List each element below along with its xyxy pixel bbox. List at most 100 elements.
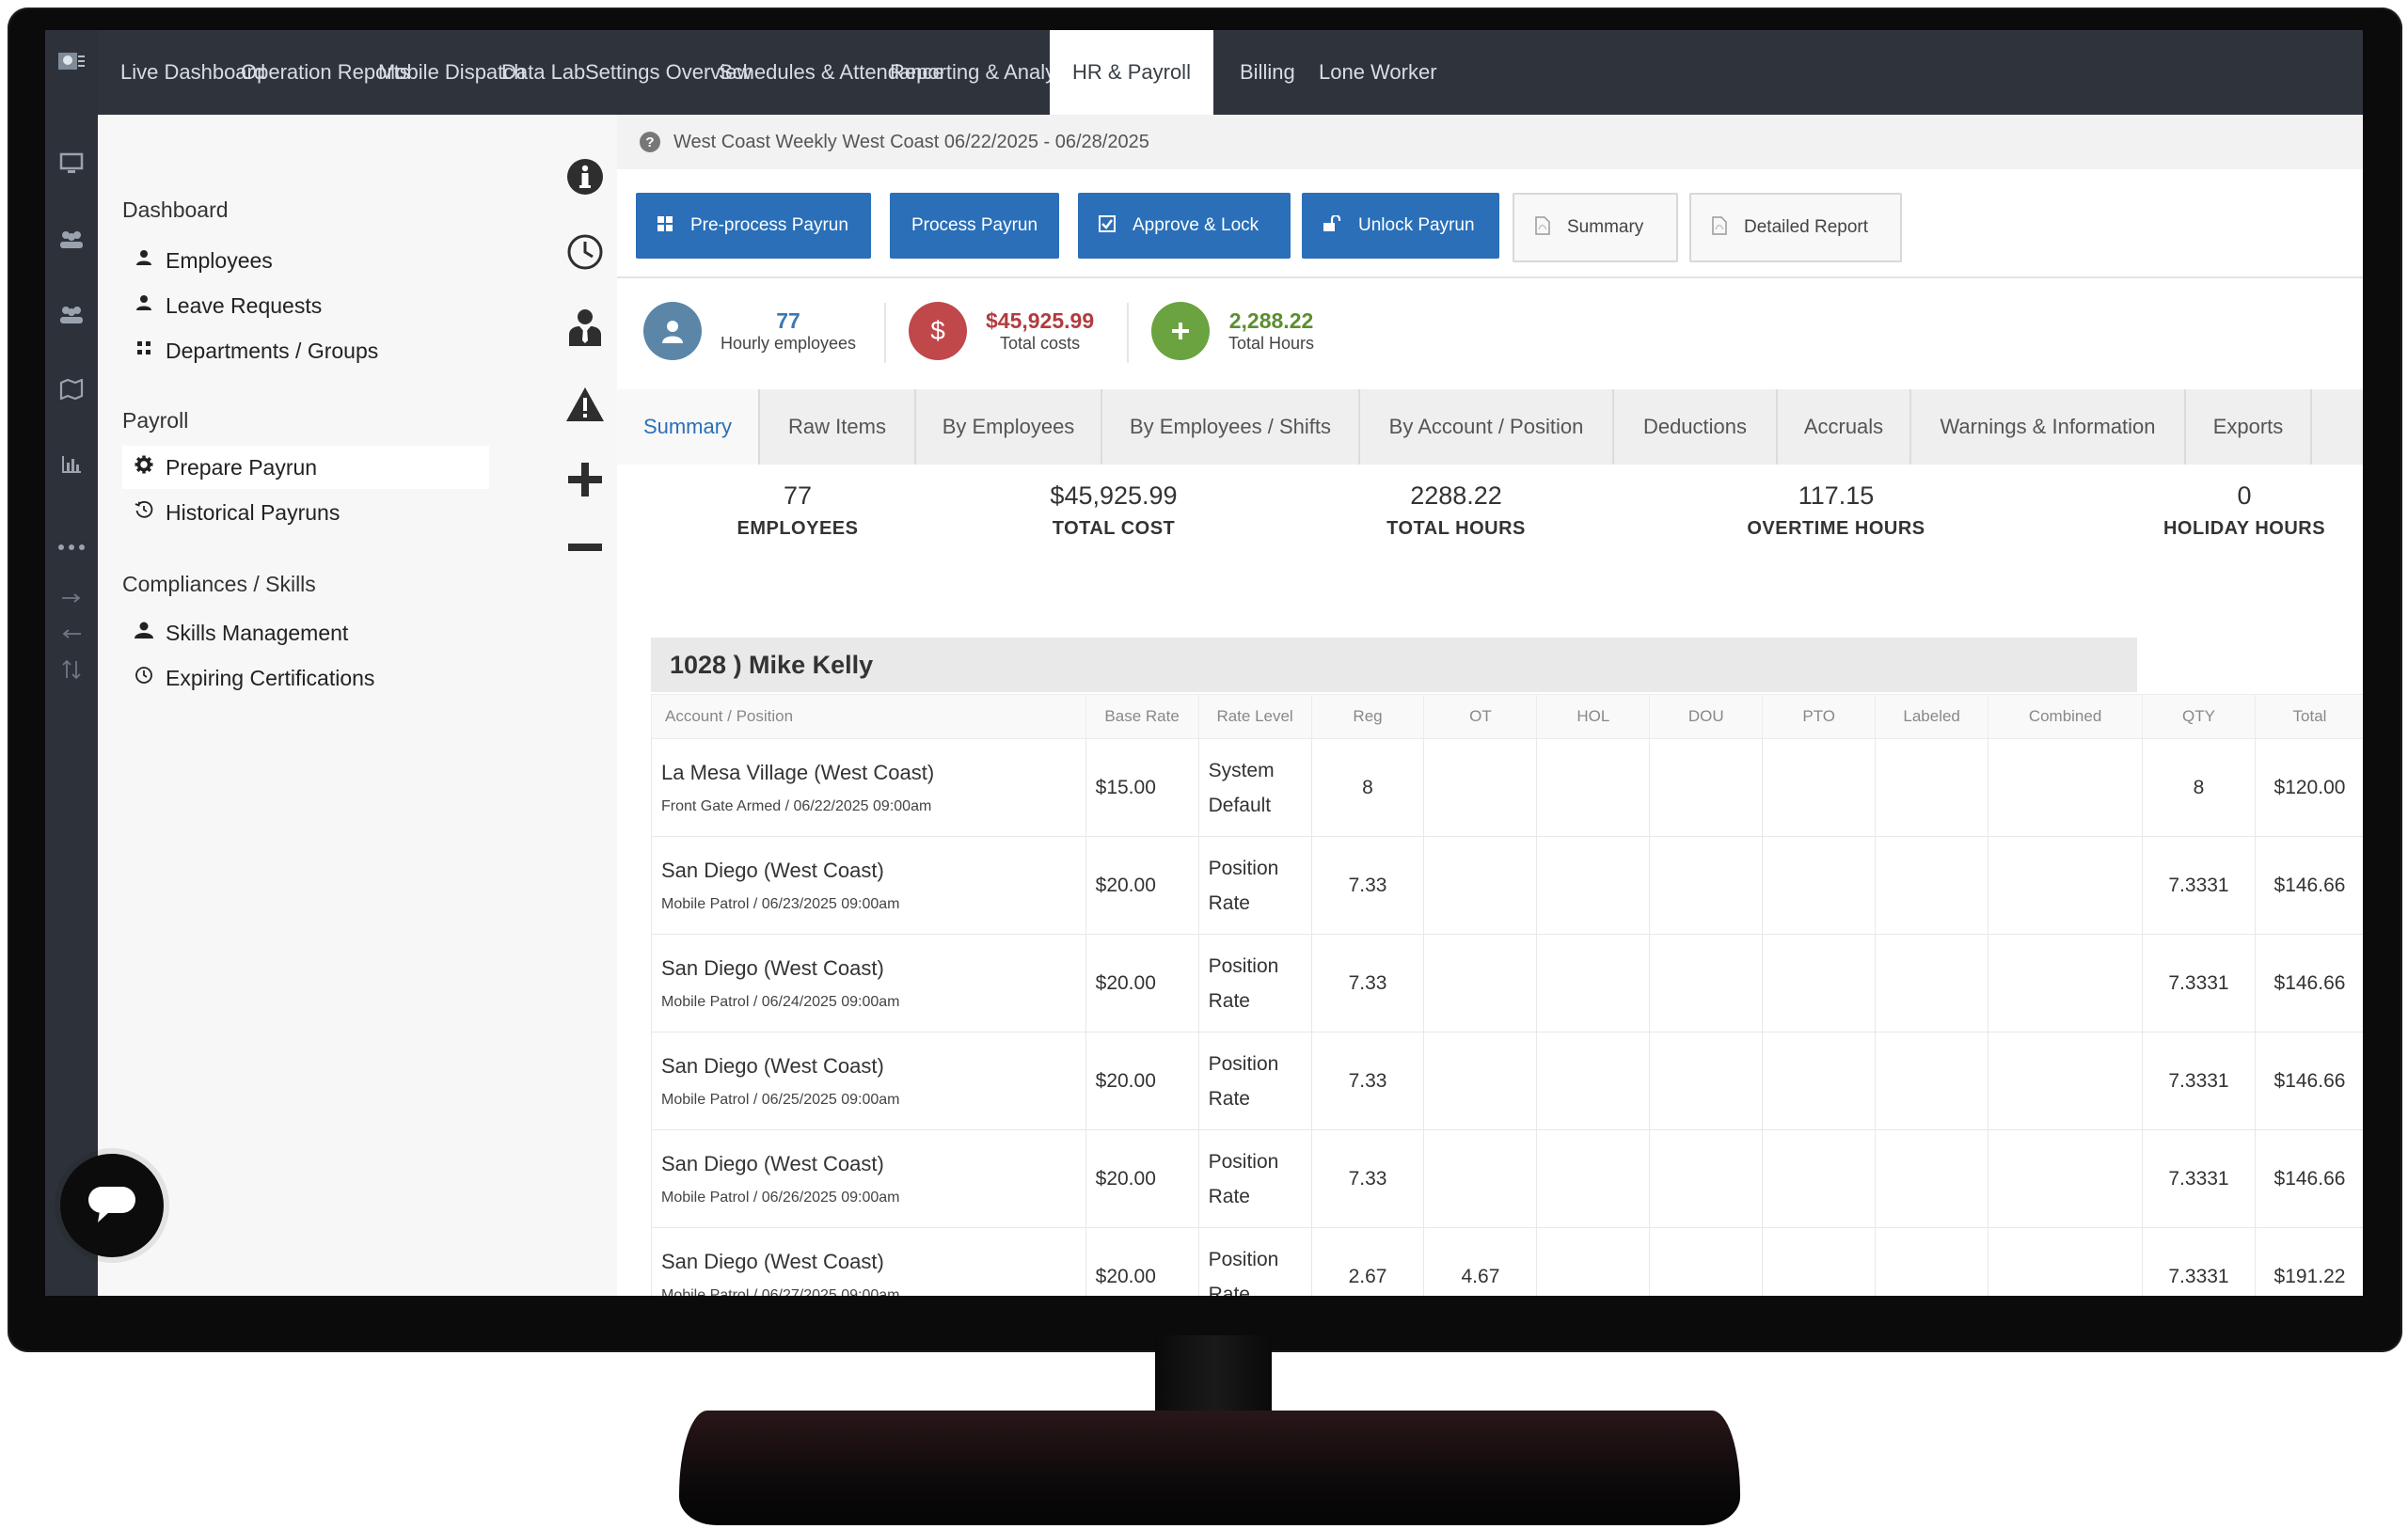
reg-cell: 7.33 xyxy=(1310,1032,1425,1130)
column-header: DOU xyxy=(1649,694,1764,739)
tab-by-employees-shifts[interactable]: By Employees / Shifts xyxy=(1102,389,1360,465)
employee-icon[interactable] xyxy=(564,307,606,348)
labeled-cell xyxy=(1875,738,1989,837)
arrow-right-icon[interactable] xyxy=(55,581,88,615)
combined-cell xyxy=(1988,1032,2144,1130)
stat-hourly-employees: 77 Hourly employees xyxy=(643,293,856,369)
reg-cell: 7.33 xyxy=(1310,934,1425,1032)
action-icon-column xyxy=(553,115,617,1296)
sidebar-item-leave-requests[interactable]: Leave Requests xyxy=(122,284,489,327)
labeled-cell xyxy=(1875,1032,1989,1130)
ot-cell xyxy=(1423,738,1538,837)
warning-icon[interactable] xyxy=(564,384,606,425)
table-row[interactable]: San Diego (West Coast) Mobile Patrol / 06… xyxy=(651,1227,2363,1296)
rate-level-cell: Position Rate xyxy=(1197,1227,1312,1296)
dou-cell xyxy=(1649,1227,1764,1296)
nav-tab-billing[interactable]: Billing xyxy=(1234,30,1301,115)
hol-cell xyxy=(1536,738,1651,837)
sidebar-item-departments-groups[interactable]: Departments / Groups xyxy=(122,329,489,372)
tab-deductions[interactable]: Deductions xyxy=(1614,389,1778,465)
bar-chart-icon[interactable] xyxy=(55,448,88,481)
unlock-payrun-button[interactable]: Unlock Payrun xyxy=(1302,193,1499,259)
info-icon[interactable] xyxy=(564,156,606,197)
table-row[interactable]: San Diego (West Coast) Mobile Patrol / 06… xyxy=(651,1129,2363,1228)
column-header: PTO xyxy=(1762,694,1877,739)
more-icon[interactable] xyxy=(55,530,88,564)
tab-by-account-position[interactable]: By Account / Position xyxy=(1360,389,1614,465)
total-cell: $191.22 xyxy=(2254,1227,2363,1296)
ot-cell xyxy=(1423,1129,1538,1228)
preprocess-payrun-button[interactable]: Pre-process Payrun xyxy=(636,193,871,259)
monitor-icon[interactable] xyxy=(55,147,88,181)
detailed-report-button[interactable]: Detailed Report xyxy=(1689,193,1902,262)
sidebar-item-prepare-payrun[interactable]: Prepare Payrun xyxy=(122,446,489,489)
tab-exports[interactable]: Exports xyxy=(2186,389,2312,465)
account-cell: San Diego (West Coast) Mobile Patrol / 06… xyxy=(651,1032,1086,1130)
column-header: Account / Position xyxy=(651,694,1086,739)
arrow-left-icon[interactable] xyxy=(55,617,88,651)
summary-holiday-hours: 0 HOLIDAY HOURS xyxy=(2162,481,2326,539)
table-row[interactable]: San Diego (West Coast) Mobile Patrol / 06… xyxy=(651,836,2363,935)
sidebar-item-historical-payruns[interactable]: Historical Payruns xyxy=(122,491,489,534)
tab-summary[interactable]: Summary xyxy=(617,389,760,465)
plus-icon[interactable] xyxy=(564,459,606,500)
pto-cell xyxy=(1762,738,1877,837)
unlock-icon xyxy=(1323,213,1341,237)
process-payrun-button[interactable]: Process Payrun xyxy=(890,193,1059,259)
table-row[interactable]: La Mesa Village (West Coast) Front Gate A… xyxy=(651,738,2363,837)
tab-warnings-information[interactable]: Warnings & Information xyxy=(1911,389,2186,465)
plus-icon xyxy=(1151,302,1210,360)
rate-level-cell: Position Rate xyxy=(1197,1129,1312,1228)
reg-cell: 7.33 xyxy=(1310,1129,1425,1228)
summary-report-button[interactable]: Summary xyxy=(1513,193,1678,262)
combined-cell xyxy=(1988,836,2144,935)
base-rate-cell: $20.00 xyxy=(1085,836,1199,935)
tab-accruals[interactable]: Accruals xyxy=(1778,389,1911,465)
minus-icon[interactable] xyxy=(564,527,606,568)
user-icon xyxy=(122,622,166,644)
column-header: HOL xyxy=(1536,694,1651,739)
sidebar-item-expiring-certifications[interactable]: Expiring Certifications xyxy=(122,656,489,700)
qty-cell: 7.3331 xyxy=(2142,836,2256,935)
team-icon[interactable] xyxy=(55,222,88,256)
group-icon[interactable] xyxy=(55,297,88,331)
user-icon xyxy=(643,302,702,360)
sidebar-item-label: Prepare Payrun xyxy=(166,454,318,480)
column-header: Total xyxy=(2254,694,2363,739)
sort-icon[interactable] xyxy=(55,653,88,686)
clock-icon xyxy=(122,666,166,690)
chat-button[interactable] xyxy=(60,1154,164,1257)
sidebar-item-skills-management[interactable]: Skills Management xyxy=(122,611,489,654)
tab-by-employees[interactable]: By Employees xyxy=(916,389,1102,465)
nav-tab-hr-payroll[interactable]: HR & Payroll xyxy=(1050,30,1213,115)
sidebar-item-label: Employees xyxy=(166,247,273,273)
sidebar-item-employees[interactable]: Employees xyxy=(122,239,489,282)
reg-cell: 2.67 xyxy=(1310,1227,1425,1296)
app-logo-icon[interactable] xyxy=(55,45,88,79)
main-content: ? West Coast Weekly West Coast 06/22/202… xyxy=(617,115,2363,1296)
clock-icon[interactable] xyxy=(564,231,606,273)
table-row[interactable]: San Diego (West Coast) Mobile Patrol / 06… xyxy=(651,934,2363,1032)
tab-raw-items[interactable]: Raw Items xyxy=(760,389,916,465)
combined-cell xyxy=(1988,1227,2144,1296)
ot-cell xyxy=(1423,836,1538,935)
total-cell: $146.66 xyxy=(2254,934,2363,1032)
account-cell: San Diego (West Coast) Mobile Patrol / 06… xyxy=(651,934,1086,1032)
approve-lock-button[interactable]: Approve & Lock xyxy=(1078,193,1291,259)
dou-cell xyxy=(1649,1032,1764,1130)
nav-tab-data-lab[interactable]: Data Lab xyxy=(496,30,591,115)
help-icon[interactable]: ? xyxy=(640,132,660,152)
total-cell: $146.66 xyxy=(2254,1032,2363,1130)
user-icon xyxy=(122,249,166,272)
sidebar-section-title: Compliances / Skills xyxy=(122,572,316,596)
combined-cell xyxy=(1988,738,2144,837)
rate-level-cell: Position Rate xyxy=(1197,836,1312,935)
dou-cell xyxy=(1649,738,1764,837)
map-icon[interactable] xyxy=(55,372,88,406)
top-navigation: Live Dashboard Operation Reports Mobile … xyxy=(98,30,2363,115)
nav-tab-lone-worker[interactable]: Lone Worker xyxy=(1313,30,1443,115)
base-rate-cell: $20.00 xyxy=(1085,1129,1199,1228)
table-row[interactable]: San Diego (West Coast) Mobile Patrol / 06… xyxy=(651,1032,2363,1130)
hol-cell xyxy=(1536,1032,1651,1130)
summary-total-cost: $45,925.99 TOTAL COST xyxy=(1050,481,1178,539)
